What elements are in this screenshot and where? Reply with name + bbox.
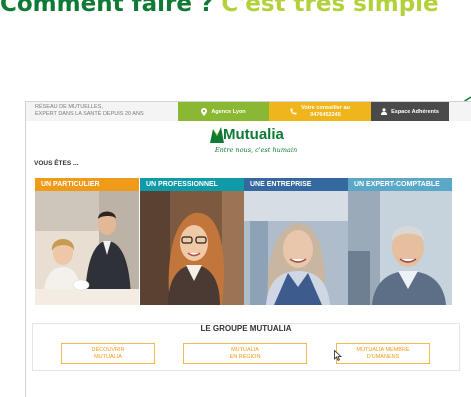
business-photo xyxy=(244,191,348,305)
mutualia-logo-icon xyxy=(210,127,224,143)
phone-text: Votre conseiller au 0476452245 xyxy=(301,105,350,118)
decouvrir-line-1: DÉCOUVRIR xyxy=(91,347,125,353)
profile-expert-comptable[interactable]: UN EXPERT-COMPTABLE xyxy=(348,178,452,305)
phone-button[interactable]: Votre conseiller au 0476452245 xyxy=(269,102,371,121)
mouse-cursor-icon xyxy=(334,350,342,361)
location-pin-icon xyxy=(201,107,208,116)
profile-professionnel-label: UN PROFESSIONNEL xyxy=(140,178,244,191)
phone-icon xyxy=(290,108,297,115)
profile-particulier-label: UN PARTICULIER xyxy=(35,178,139,191)
profile-entreprise-label: UNE ENTREPRISE xyxy=(244,178,348,191)
mutualia-logo[interactable]: Mutualia Entre nous, c'est humain xyxy=(206,126,306,156)
region-line-1: MUTUALIA xyxy=(231,347,259,353)
professional-photo xyxy=(140,191,244,305)
agence-button[interactable]: Agence Lyon xyxy=(178,102,269,121)
membre-line-2: D'UMANENS xyxy=(366,353,400,360)
logo-slogan: Entre nous, c'est humain xyxy=(214,146,298,154)
accountant-photo xyxy=(348,191,452,305)
groupe-title-text: LE GROUPE MUTUALIA xyxy=(194,324,298,333)
family-photo xyxy=(35,191,139,305)
profile-professionnel[interactable]: UN PROFESSIONNEL xyxy=(140,178,244,305)
membre-line-1: MUTUALIA MEMBRE xyxy=(356,347,410,353)
tagline: RÉSEAU DE MUTUELLES, EXPERT DANS LA SANT… xyxy=(35,104,144,117)
decouvrir-mutualia-button[interactable]: DÉCOUVRIR MUTUALIA xyxy=(61,343,155,364)
top-bar: RÉSEAU DE MUTUELLES, EXPERT DANS LA SANT… xyxy=(26,102,471,121)
mutualia-en-region-button[interactable]: MUTUALIA EN RÉGION xyxy=(183,343,307,364)
mutualia-membre-umanens-button[interactable]: MUTUALIA MEMBRE D'UMANENS xyxy=(336,343,430,364)
phone-number: 0476452245 xyxy=(310,111,341,118)
agence-label: Agence Lyon xyxy=(211,108,246,115)
groupe-mutualia-section: LE GROUPE MUTUALIA DÉCOUVRIR MUTUALIA MU… xyxy=(32,323,460,371)
profile-particulier[interactable]: UN PARTICULIER xyxy=(35,178,139,305)
vous-etes-heading: VOUS ÊTES ... xyxy=(34,160,79,167)
user-icon xyxy=(381,108,388,115)
profile-expert-comptable-label: UN EXPERT-COMPTABLE xyxy=(348,178,452,191)
tagline-line-2: EXPERT DANS LA SANTÉ DEPUIS 20 ANS xyxy=(35,110,144,117)
espace-adherents-button[interactable]: Espace Adhérents xyxy=(371,102,449,121)
website-screenshot: RÉSEAU DE MUTUELLES, EXPERT DANS LA SANT… xyxy=(25,101,471,397)
espace-label: Espace Adhérents xyxy=(391,108,439,115)
region-line-2: EN RÉGION xyxy=(229,353,261,360)
decouvrir-line-2: MUTUALIA xyxy=(94,353,122,360)
logo-name: Mutualia xyxy=(223,126,284,143)
profile-entreprise[interactable]: UNE ENTREPRISE xyxy=(244,178,348,305)
groupe-title: LE GROUPE MUTUALIA xyxy=(33,318,459,336)
phone-label: Votre conseiller au xyxy=(301,105,350,111)
